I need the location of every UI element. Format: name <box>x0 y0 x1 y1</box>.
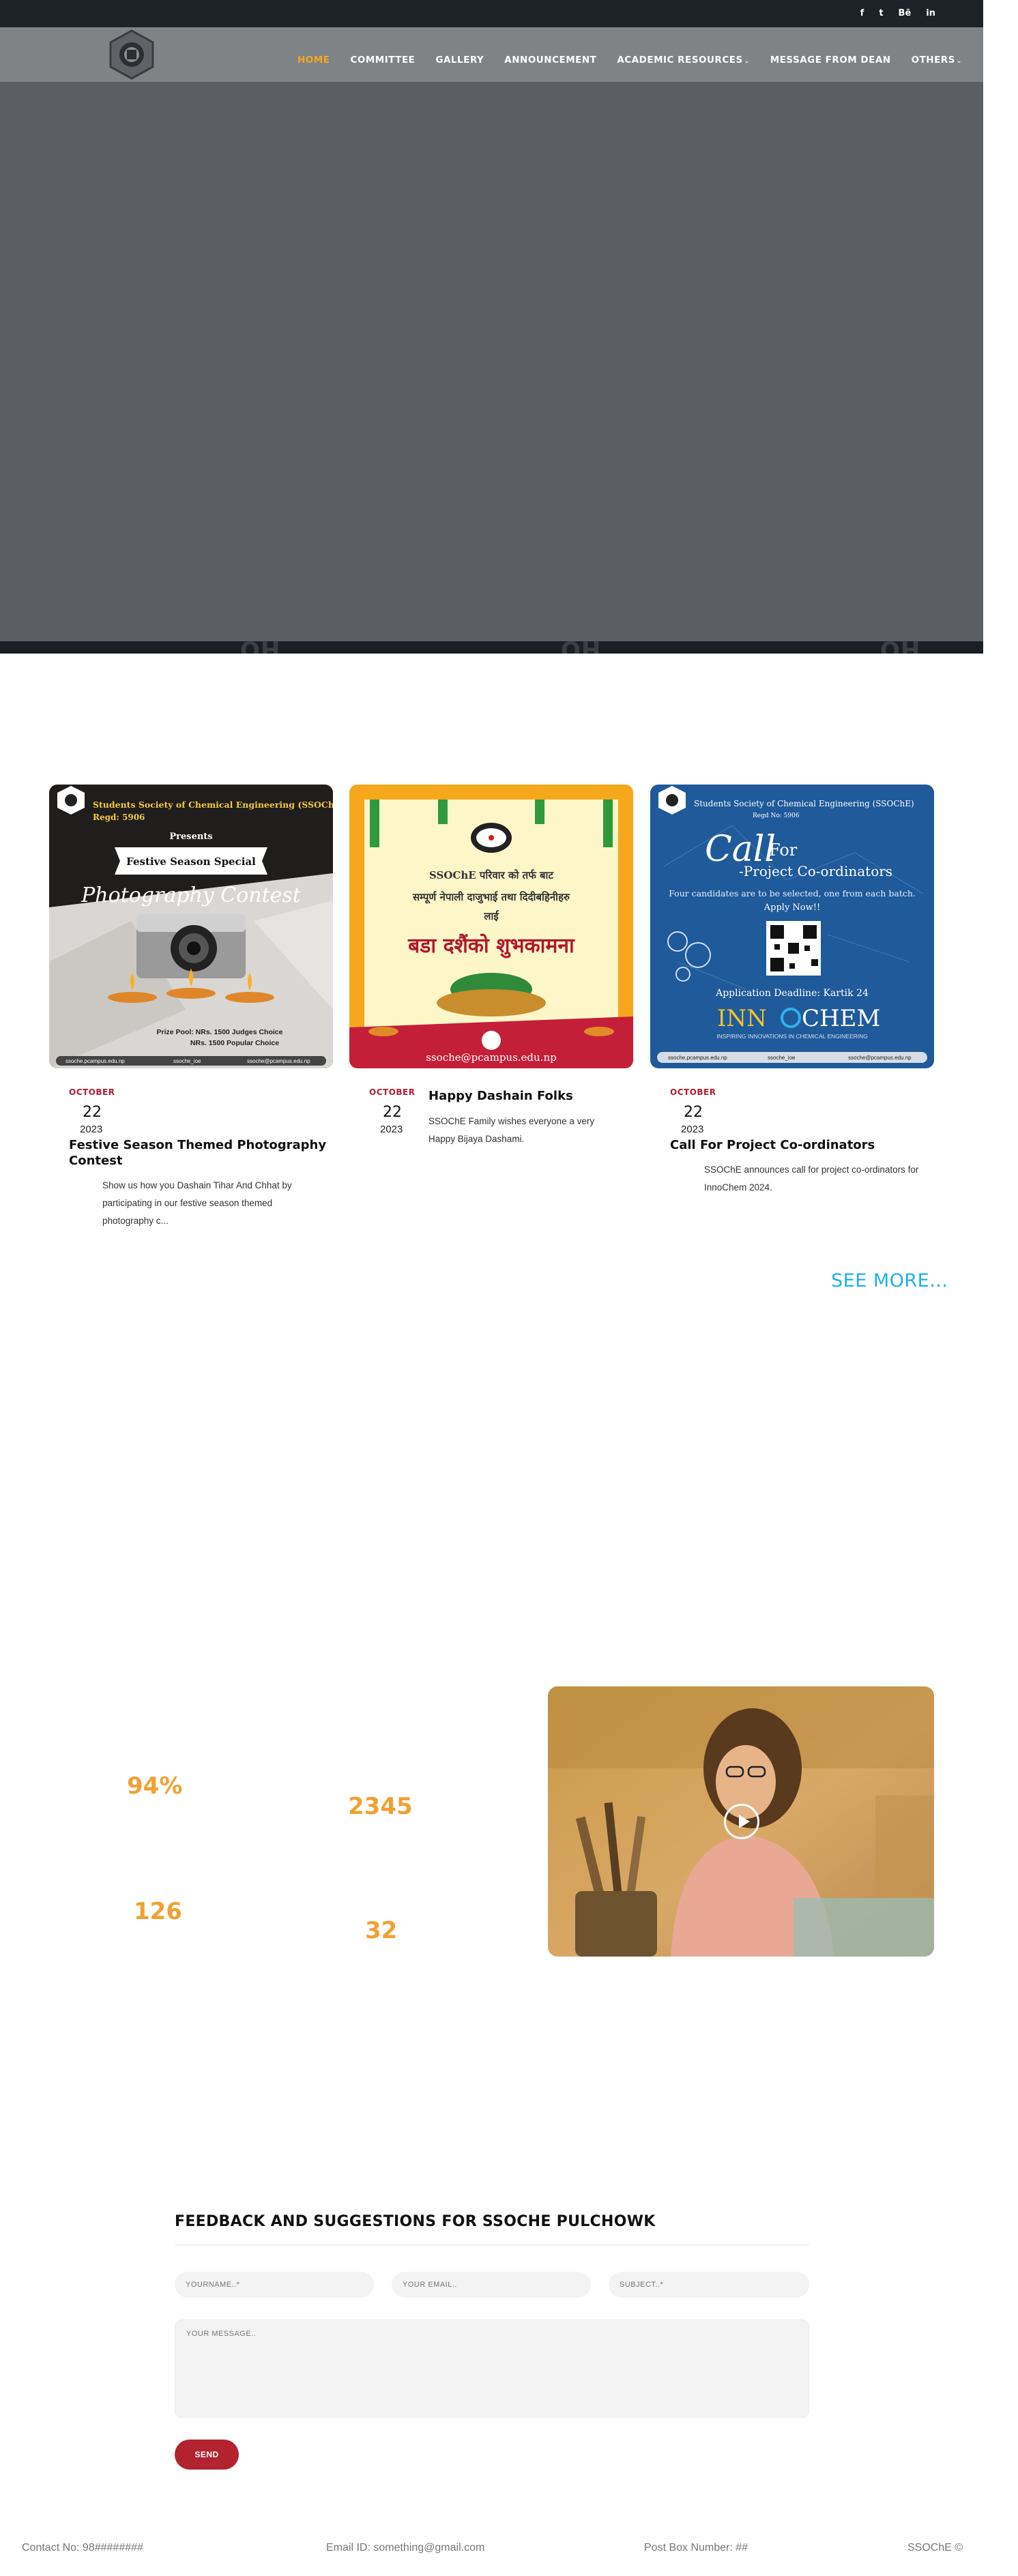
image-footer-text: ssoche.pcampus.edu.np <box>668 1055 727 1061</box>
news-title[interactable]: Call For Project Co-ordinators <box>670 1137 929 1153</box>
image-regd-text: Regd No: 5906 <box>753 813 800 819</box>
ssoche-logo[interactable] <box>108 29 156 80</box>
news-day: 22 <box>684 1104 703 1121</box>
footer-contact: Contact No: 98######## <box>22 2542 143 2553</box>
name-input[interactable] <box>175 2272 374 2298</box>
chevron-down-icon: ⌄ <box>956 58 962 65</box>
image-footer-text: ssoche@pcampus.edu.np <box>247 1058 310 1064</box>
decorative-ghost-text: ОН <box>880 641 920 654</box>
image-regd-text: Regd: 5906 <box>93 813 145 822</box>
send-button[interactable]: SEND <box>175 2440 239 2470</box>
image-tagline-text: INSPIRING INNOVATIONS IN CHEMICAL ENGINE… <box>716 1033 868 1040</box>
footer-copyright: SSOChE © <box>907 2542 963 2553</box>
news-month: OCTOBER <box>69 1087 115 1097</box>
news-description: SSOChE Family wishes everyone a very Hap… <box>428 1116 595 1144</box>
top-social-bar: f t Bē in <box>0 0 983 27</box>
image-line-text: सम्पूर्ण नेपाली दाजुभाई तथा दिदीबहिनीहरु <box>412 891 570 904</box>
nav-item-label: ACADEMIC RESOURCES <box>617 55 743 65</box>
news-card[interactable]: Students Society of Chemical Engineering… <box>49 785 345 1072</box>
image-for-text: For <box>769 840 798 860</box>
nav-item-academic-resources[interactable]: ACADEMIC RESOURCES ⌄ <box>617 55 749 65</box>
news-card-image[interactable]: Students Society of Chemical Engineering… <box>49 785 345 1068</box>
news-card[interactable]: Students Society of Chemical Engineering… <box>650 785 934 1072</box>
news-year: 2023 <box>80 1124 103 1135</box>
news-card[interactable]: SSOChE परिवार को तर्फ बाट सम्पूर्ण नेपाल… <box>349 785 633 1072</box>
image-apply-text: Apply Now!! <box>764 903 820 913</box>
play-icon[interactable] <box>724 1804 759 1839</box>
image-banner-text: Festive Season Special <box>126 855 256 868</box>
image-prize-text: Prize Pool: NRs. 1500 Judges Choice <box>157 1028 283 1036</box>
stat-value: 94% <box>127 1772 183 1800</box>
stat-value: 2345 <box>348 1793 413 1820</box>
news-description: Show us how you Dashain Tihar And Chhat … <box>102 1180 292 1226</box>
image-footer-text: ssoche.pcampus.edu.np <box>66 1058 125 1064</box>
news-year: 2023 <box>681 1124 704 1135</box>
behance-icon[interactable]: Bē <box>899 7 912 20</box>
image-footer-text: ssoche_ioe <box>768 1055 796 1061</box>
news-description: SSOChE announces call for project co-ord… <box>704 1165 919 1192</box>
image-org-text: Students Society of Chemical Engineering… <box>93 800 333 810</box>
decorative-ghost-text: ОН <box>240 641 280 654</box>
image-deadline-text: Application Deadline: Kartik 24 <box>715 988 869 999</box>
nav-item-others[interactable]: OTHERS ⌄ <box>912 55 962 65</box>
see-more-link[interactable]: SEE MORE... <box>831 1270 948 1291</box>
subject-input[interactable] <box>609 2272 809 2298</box>
image-presents-text: Presents <box>169 832 212 842</box>
image-brand-text: INN <box>717 1005 767 1032</box>
footer-email: Email ID: something@gmail.com <box>326 2542 485 2553</box>
decorative-ghost-text: ОН <box>561 641 601 654</box>
image-line-text: लाई <box>483 910 499 922</box>
image-sub-text: -Project Co-ordinators <box>739 863 892 879</box>
nav-item-label: OTHERS <box>911 55 955 65</box>
chevron-down-icon: ⌄ <box>744 58 750 65</box>
news-month: OCTOBER <box>670 1087 716 1097</box>
image-headline-text: Photography Contest <box>81 883 302 907</box>
nav-item-committee[interactable]: COMMITTEE <box>350 55 415 65</box>
image-headline-text: बडा दशैंको शुभकामना <box>407 933 575 958</box>
message-textarea[interactable] <box>175 2319 809 2418</box>
footer-pobox: Post Box Number: ## <box>644 2542 748 2553</box>
image-footer-text: ssoche@pcampus.edu.np <box>848 1055 912 1061</box>
news-title[interactable]: Festive Season Themed Photography Contes… <box>69 1137 328 1169</box>
news-day: 22 <box>383 1104 402 1121</box>
stat-value: 32 <box>365 1917 398 1944</box>
nav-item-announcement[interactable]: ANNOUNCEMENT <box>504 55 596 65</box>
twitter-icon[interactable]: t <box>879 7 883 20</box>
news-card-image[interactable]: Students Society of Chemical Engineering… <box>650 785 934 1068</box>
image-footer-text: ssoche_ioe <box>173 1058 201 1064</box>
facebook-icon[interactable]: f <box>860 7 864 20</box>
image-line-text: SSOChE परिवार को तर्फ बाट <box>429 869 554 881</box>
linkedin-icon[interactable]: in <box>926 7 935 20</box>
feedback-title: FEEDBACK AND SUGGESTIONS FOR SSOCHE PULC… <box>175 2213 656 2230</box>
social-links: f t Bē in <box>860 7 935 20</box>
news-month: OCTOBER <box>369 1087 416 1097</box>
hero-banner <box>0 27 983 641</box>
hero-bottom-strip: ОН ОН ОН <box>0 641 983 654</box>
news-card-image[interactable]: SSOChE परिवार को तर्फ बाट सम्पूर्ण नेपाल… <box>349 785 633 1068</box>
stat-value: 126 <box>134 1898 182 1925</box>
news-year: 2023 <box>380 1124 403 1135</box>
nav-item-message-from-dean[interactable]: MESSAGE FROM DEAN <box>770 55 891 65</box>
nav-item-gallery[interactable]: GALLERY <box>435 55 484 65</box>
image-brand-text: CHEM <box>802 1005 880 1032</box>
image-note-text: Four candidates are to be selected, one … <box>669 888 916 898</box>
news-title[interactable]: Happy Dashain Folks <box>428 1088 606 1104</box>
image-prize-text: NRs. 1500 Popular Choice <box>190 1039 279 1047</box>
nav-item-home[interactable]: HOME <box>297 55 330 65</box>
nav-menu: HOME COMMITTEE GALLERY ANNOUNCEMENT ACAD… <box>297 55 983 65</box>
divider <box>175 2244 809 2245</box>
image-email-text: ssoche@pcampus.edu.np <box>426 1051 556 1064</box>
news-day: 22 <box>83 1104 102 1121</box>
image-org-text: Students Society of Chemical Engineering… <box>694 799 914 808</box>
email-input[interactable] <box>392 2272 591 2298</box>
